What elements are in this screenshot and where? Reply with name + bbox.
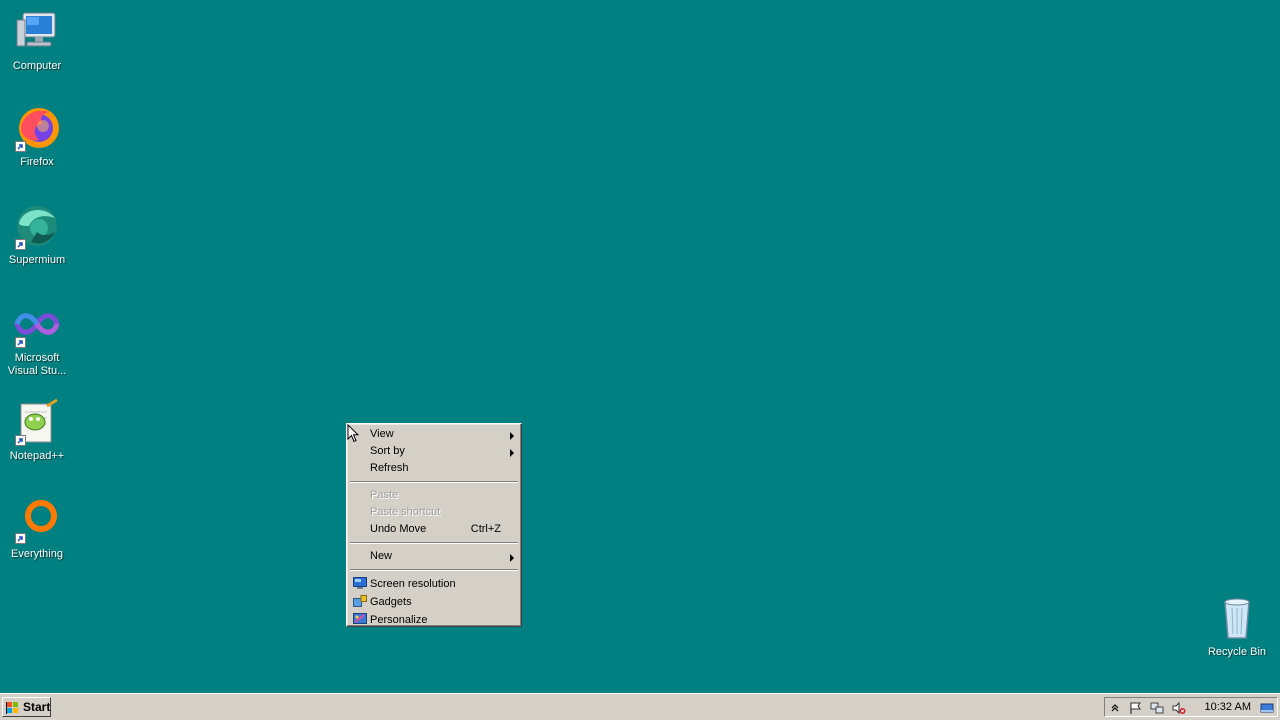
- firefox-icon: [13, 104, 61, 152]
- system-tray: 10:32 AM: [1104, 697, 1278, 717]
- desktop-icon-label: Recycle Bin: [1207, 646, 1267, 658]
- desktop-icon-supermium[interactable]: Supermium: [0, 202, 74, 267]
- shortcut-arrow-icon: [15, 239, 26, 250]
- desktop-icon-label: Microsoft Visual Stu...: [7, 352, 67, 377]
- recycle-bin-icon: [1213, 594, 1261, 642]
- start-label: Start: [23, 700, 51, 714]
- menu-item-label: Undo Move: [370, 523, 427, 535]
- shortcut-arrow-icon: [15, 533, 26, 544]
- menu-item-view[interactable]: View: [349, 426, 519, 443]
- menu-item-personalize[interactable]: Personalize: [349, 611, 519, 629]
- desktop[interactable]: Computer Firefox Supermium Microsoft Vis…: [0, 0, 1280, 720]
- submenu-arrow-icon: [510, 554, 514, 562]
- taskbar: Start 10:32 AM: [0, 693, 1280, 720]
- gadgets-icon: [353, 595, 367, 607]
- supermium-icon: [13, 202, 61, 250]
- shortcut-arrow-icon: [15, 337, 26, 348]
- windows-logo-icon: [6, 701, 20, 714]
- desktop-icon-notepad-plus-plus[interactable]: Notepad++: [0, 398, 74, 463]
- menu-item-new[interactable]: New: [349, 548, 519, 565]
- shortcut-arrow-icon: [15, 435, 26, 446]
- desktop-icon-label: Computer: [12, 60, 62, 72]
- menu-item-label: View: [370, 428, 394, 440]
- action-center-flag-icon[interactable]: [1128, 701, 1142, 715]
- menu-item-label: Screen resolution: [370, 578, 456, 590]
- desktop-icon-firefox[interactable]: Firefox: [0, 104, 74, 169]
- desktop-icon-label: Firefox: [20, 156, 54, 168]
- desktop-icon-computer[interactable]: Computer: [0, 8, 74, 73]
- volume-muted-icon[interactable]: [1172, 701, 1186, 715]
- network-icon[interactable]: [1150, 701, 1164, 715]
- computer-icon: [13, 8, 61, 56]
- chevron-up-icon[interactable]: [1108, 701, 1122, 715]
- desktop-icon-recycle-bin[interactable]: Recycle Bin: [1200, 594, 1274, 659]
- desktop-icon-label: Supermium: [8, 254, 66, 266]
- desktop-icon-label: Everything: [11, 548, 63, 560]
- desktop-context-menu: View Sort by Refresh Paste Paste shortcu…: [346, 423, 522, 627]
- menu-item-label: Personalize: [370, 614, 428, 626]
- menu-item-gadgets[interactable]: Gadgets: [349, 593, 519, 611]
- menu-item-screen-resolution[interactable]: Screen resolution: [349, 575, 519, 593]
- menu-item-refresh[interactable]: Refresh: [349, 460, 519, 477]
- menu-separator: [350, 542, 518, 544]
- personalize-icon: [353, 613, 367, 625]
- submenu-arrow-icon: [510, 449, 514, 457]
- visual-studio-icon: [13, 300, 61, 348]
- everything-search-icon: [13, 496, 61, 544]
- clock[interactable]: 10:32 AM: [1205, 700, 1251, 714]
- desktop-icon-label: Notepad++: [9, 450, 65, 462]
- shortcut-arrow-icon: [15, 141, 26, 152]
- menu-item-label: Paste shortcut: [370, 506, 441, 518]
- mouse-cursor-icon: [347, 424, 359, 443]
- menu-item-shortcut: Ctrl+Z: [470, 523, 501, 535]
- menu-item-label: Gadgets: [370, 596, 412, 608]
- menu-item-sort-by[interactable]: Sort by: [349, 443, 519, 460]
- menu-separator: [350, 569, 518, 571]
- start-button[interactable]: Start: [2, 697, 51, 717]
- menu-item-label: Sort by: [370, 445, 405, 457]
- menu-item-paste-shortcut: Paste shortcut: [349, 504, 519, 521]
- menu-item-label: Paste: [370, 489, 399, 501]
- menu-separator: [350, 481, 518, 483]
- desktop-icon-visual-studio[interactable]: Microsoft Visual Stu...: [0, 300, 74, 378]
- menu-item-label: New: [370, 550, 393, 562]
- menu-item-undo-move[interactable]: Undo Move Ctrl+Z: [349, 521, 519, 538]
- show-desktop-icon[interactable]: [1260, 701, 1274, 715]
- menu-item-paste: Paste: [349, 487, 519, 504]
- desktop-icon-everything[interactable]: Everything: [0, 496, 74, 561]
- display-icon: [353, 577, 367, 589]
- notepad-plus-plus-icon: [13, 398, 61, 446]
- menu-item-label: Refresh: [370, 462, 409, 474]
- submenu-arrow-icon: [510, 432, 514, 440]
